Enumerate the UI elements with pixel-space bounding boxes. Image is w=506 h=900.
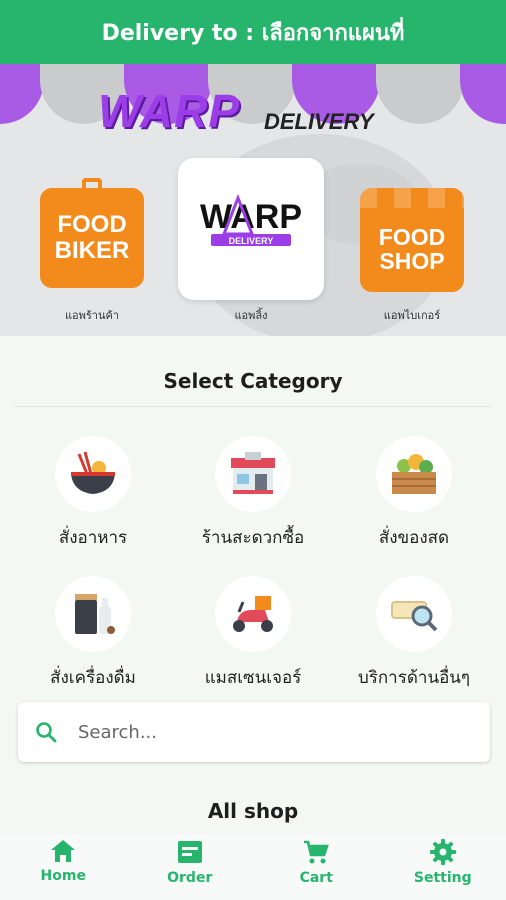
convenience-store-icon: [215, 436, 291, 512]
category-section-title: Select Category: [163, 369, 343, 393]
category-food-label: สั่งอาหาร: [58, 528, 128, 548]
search-service-icon: [376, 576, 452, 652]
order-icon: [177, 841, 202, 863]
delivery-location-text: Delivery to : เลือกจากแผนที่: [101, 20, 405, 46]
food-biker-app-label: แอพร้านค้า: [64, 309, 120, 322]
category-fresh-label: สั่งของสด: [378, 528, 450, 548]
nav-setting[interactable]: Setting: [380, 834, 506, 900]
cart-icon: [304, 840, 330, 864]
fresh-produce-icon: [376, 436, 452, 512]
category-drinks[interactable]: สั่งเครื่องดื่ม: [13, 576, 173, 691]
category-messenger[interactable]: แมสเซนเจอร์: [173, 576, 333, 691]
nav-home-label: Home: [40, 868, 86, 884]
brand-logo-subtitle: DELIVERY: [264, 109, 374, 134]
search-input[interactable]: [78, 721, 458, 743]
nav-cart-label: Cart: [299, 870, 333, 886]
food-shop-app-label: แอพไบเกอร์: [383, 309, 441, 322]
drinks-icon: [55, 576, 131, 652]
search-icon: [36, 722, 57, 743]
category-drinks-label: สั่งเครื่องดื่ม: [50, 668, 136, 688]
svg-text:DELIVERY: DELIVERY: [229, 236, 274, 246]
awning-decoration: [0, 64, 506, 124]
category-convenience-store-label: ร้านสะดวกซื้อ: [201, 528, 305, 548]
category-convenience-store[interactable]: ร้านสะดวกซื้อ: [173, 436, 333, 551]
search-bar[interactable]: [18, 702, 490, 762]
category-fresh[interactable]: สั่งของสด: [334, 436, 494, 551]
warp-logo-icon: WARP DELIVERY: [200, 193, 302, 246]
warp-app-label: แอพลิ้ง: [234, 309, 268, 322]
nav-setting-label: Setting: [413, 870, 472, 886]
home-icon: [51, 840, 76, 862]
category-other-services-label: บริการด้านอื่นๆ: [357, 668, 471, 688]
category-divider: [14, 406, 492, 407]
nav-order[interactable]: Order: [127, 834, 254, 900]
all-shop-title: All shop: [207, 799, 299, 823]
nav-order-label: Order: [167, 870, 213, 886]
category-messenger-label: แมสเซนเจอร์: [204, 668, 302, 688]
food-biker-app-card[interactable]: FOOD BIKER: [40, 178, 144, 288]
promo-banner: WARP DELIVERY FOOD BIKER แอพร้านค้า WARP…: [0, 64, 506, 336]
delivery-location-bar[interactable]: Delivery to : เลือกจากแผนที่: [0, 0, 506, 64]
brand-logo: WARP: [98, 85, 240, 137]
food-bowl-icon: [55, 436, 131, 512]
gear-icon: [429, 839, 456, 865]
scooter-icon: [215, 576, 291, 652]
category-other-services[interactable]: บริการด้านอื่นๆ: [334, 576, 494, 691]
warp-delivery-app-card[interactable]: WARP DELIVERY: [178, 158, 324, 300]
category-food[interactable]: สั่งอาหาร: [13, 436, 173, 551]
bottom-navigation: Home Order Cart Setting: [0, 834, 506, 900]
food-shop-app-card[interactable]: FOOD SHOP: [360, 188, 464, 292]
nav-cart[interactable]: Cart: [253, 834, 380, 900]
nav-home[interactable]: Home: [0, 834, 127, 900]
